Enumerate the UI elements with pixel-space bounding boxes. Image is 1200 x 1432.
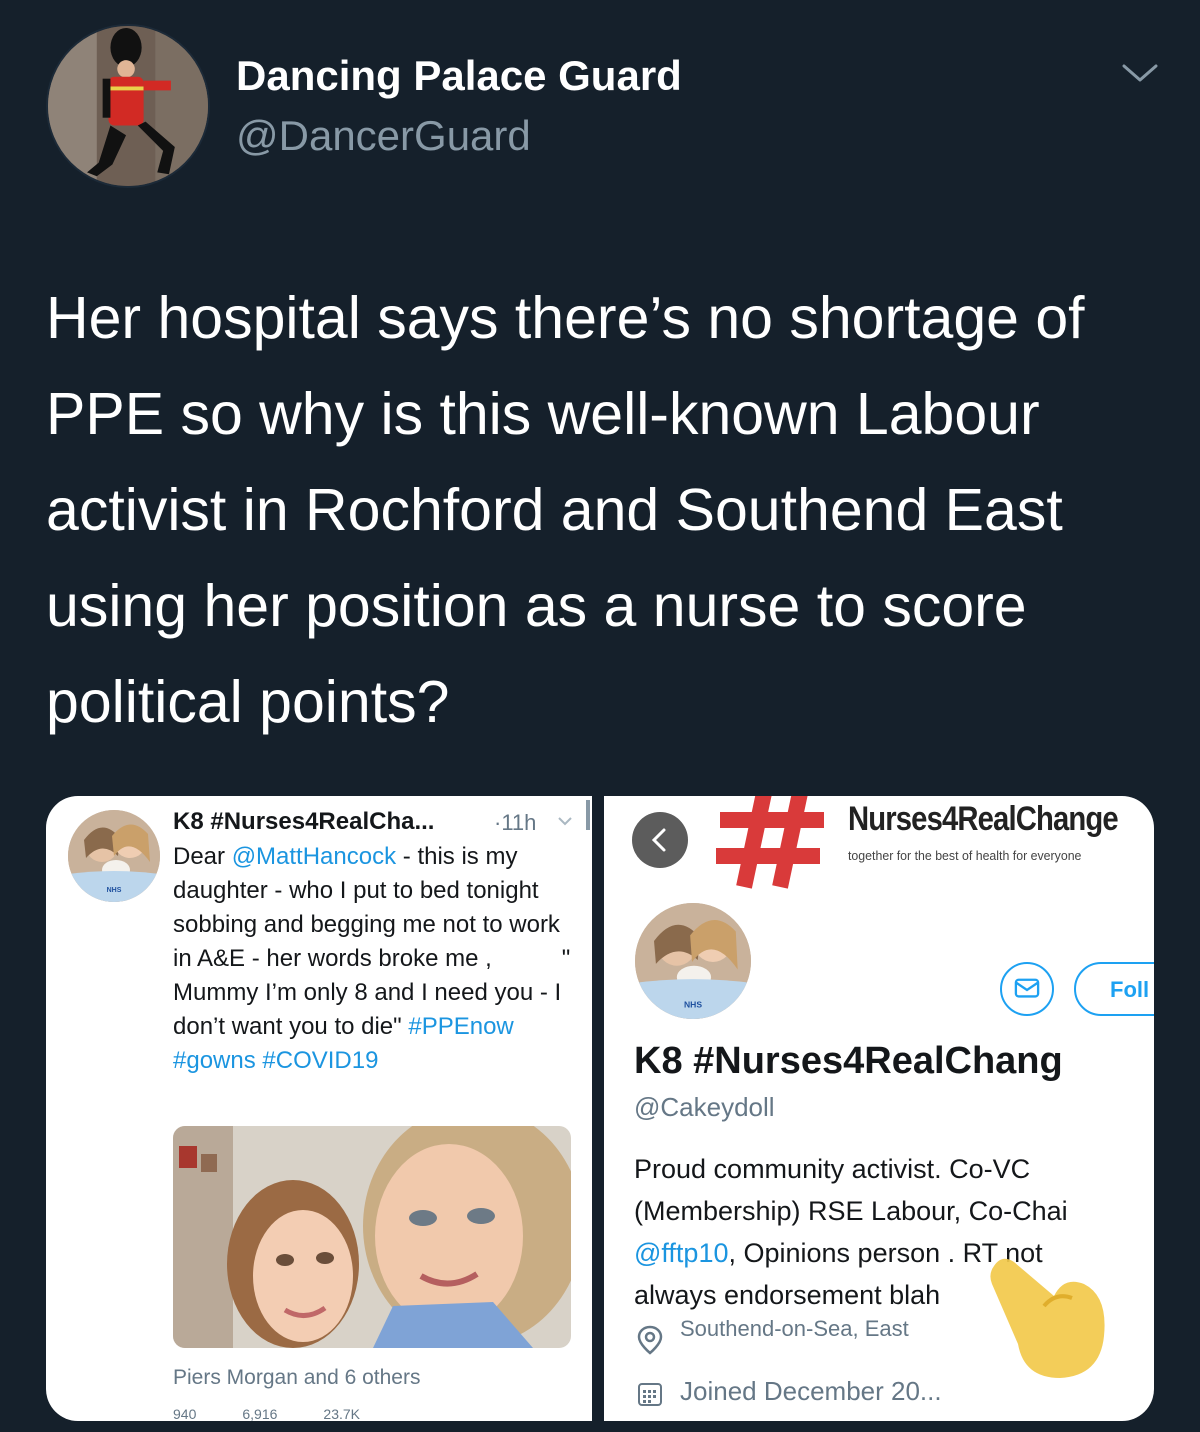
- display-name[interactable]: Dancing Palace Guard: [236, 52, 682, 100]
- mention-link: @fftp10: [634, 1238, 729, 1268]
- user-handle[interactable]: @DancerGuard: [236, 112, 531, 160]
- profile-location: Southend-on-Sea, East: [680, 1316, 909, 1341]
- reply-count: 940: [173, 1406, 197, 1421]
- brand-name: Nurses4RealChange: [848, 800, 1119, 838]
- attached-image-profile-screenshot[interactable]: Nurses4RealChange together for the best …: [604, 796, 1154, 1421]
- profile-avatar[interactable]: [46, 24, 210, 188]
- message-button: [1000, 962, 1054, 1016]
- location-pin-icon: [637, 1325, 663, 1355]
- scroll-indicator: [586, 800, 590, 830]
- avatar: NHS: [632, 900, 754, 1022]
- hashtag-link: #COVID19: [262, 1047, 379, 1074]
- pointing-hand-emoji-icon: [990, 1258, 1105, 1378]
- envelope-icon: [1014, 978, 1040, 998]
- attached-image-tweet-screenshot[interactable]: NHS K8 #Nurses4RealCha... ·11h Dear @Mat…: [46, 796, 592, 1421]
- brand-tagline: together for the best of health for ever…: [848, 848, 1082, 863]
- screenshot-tweet-body: Dear @MattHancock - this is my daughter …: [173, 840, 583, 1078]
- hashtag-logo-icon: [716, 796, 824, 889]
- image-divider: [592, 796, 604, 1421]
- engagement-stats: 940 6,916 23.7K: [173, 1406, 573, 1421]
- liked-by-text: Piers Morgan and 6 others: [173, 1366, 421, 1389]
- svg-text:NHS: NHS: [107, 887, 122, 894]
- retweet-count: 6,916: [242, 1406, 278, 1421]
- timestamp: ·11h: [494, 810, 537, 835]
- screenshot-author-name: K8 #Nurses4RealCha...: [173, 808, 435, 835]
- follow-button: Foll: [1074, 962, 1154, 1016]
- bio-line: Proud community activist. Co-VC: [634, 1154, 1031, 1184]
- hashtag-link: #PPEnow: [408, 1013, 514, 1040]
- chevron-left-icon: [651, 828, 666, 852]
- like-count: 23.7K: [323, 1406, 360, 1421]
- svg-text:NHS: NHS: [684, 1000, 702, 1010]
- back-button: [632, 812, 688, 868]
- hashtag-link: #gowns: [173, 1047, 256, 1074]
- profile-joined-date: Joined December 20...: [680, 1376, 942, 1406]
- body-text: Dear: [173, 843, 232, 870]
- profile-handle: @Cakeydoll: [634, 1092, 775, 1122]
- profile-name: K8 #Nurses4RealChang: [634, 1040, 1063, 1082]
- mention-link: @MattHancock: [231, 843, 397, 870]
- calendar-icon: [638, 1383, 662, 1406]
- selfie-photo: [173, 1126, 571, 1348]
- bio-line: (Membership) RSE Labour, Co-Chai: [634, 1196, 1068, 1226]
- tweet-text: Her hospital says there’s no shortage of…: [46, 285, 1085, 735]
- chevron-down-icon[interactable]: [1118, 58, 1162, 88]
- chevron-down-icon: [558, 817, 572, 826]
- avatar: NHS: [68, 810, 160, 902]
